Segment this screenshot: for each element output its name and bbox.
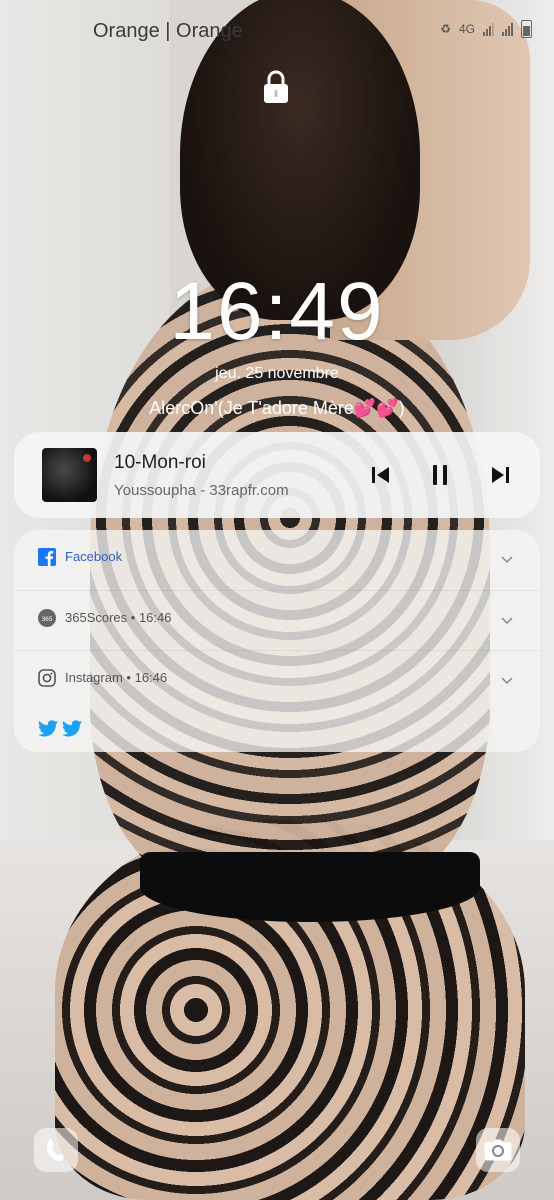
camera-shortcut[interactable] (476, 1128, 520, 1172)
previous-icon (372, 467, 389, 483)
wallpaper-figure (140, 852, 480, 922)
status-bar: Orange | Orange ♻ 4G (0, 0, 554, 64)
chevron-down-icon[interactable] (500, 552, 514, 566)
lock-icon[interactable] (262, 70, 290, 104)
pause-button[interactable] (425, 460, 455, 490)
previous-button[interactable] (366, 460, 396, 490)
phone-icon (47, 1139, 64, 1162)
owner-info: AlercOn'(Je T'adore Mère💕💕) (149, 398, 405, 418)
next-button[interactable] (485, 460, 515, 490)
camera-icon (484, 1139, 512, 1161)
signal-icon (502, 22, 513, 36)
notifications-card[interactable]: Facebook 365 365Scores • 16:46 Instagram… (14, 530, 540, 752)
track-title: 10-Mon-roi (114, 452, 206, 473)
status-icons: ♻ 4G (440, 20, 532, 38)
365scores-icon: 365 (38, 609, 56, 627)
clock: 16:49 (169, 266, 385, 357)
track-artist: Youssoupha - 33rapfr.com (114, 482, 289, 499)
pause-icon (433, 465, 447, 485)
instagram-icon (38, 669, 56, 687)
notification-facebook[interactable]: Facebook (14, 530, 540, 586)
album-art (42, 448, 97, 502)
next-icon (492, 467, 509, 483)
chevron-down-icon[interactable] (500, 613, 514, 627)
media-player-card[interactable]: 10-Mon-roi Youssoupha - 33rapfr.com (14, 432, 540, 518)
chevron-down-icon[interactable] (500, 673, 514, 687)
carrier-label: Orange | Orange (93, 20, 243, 42)
battery-icon (521, 20, 532, 38)
network-4g-icon: 4G (458, 22, 475, 36)
notification-icons-extra[interactable] (38, 720, 82, 737)
notification-365scores[interactable]: 365 365Scores • 16:46 (14, 590, 540, 647)
facebook-icon (38, 548, 56, 566)
signal-icon (483, 22, 494, 36)
phone-shortcut[interactable] (34, 1128, 78, 1172)
svg-text:365: 365 (42, 616, 53, 623)
notification-app-name: Facebook (65, 549, 123, 564)
recycle-icon: ♻ (440, 22, 451, 36)
notification-instagram[interactable]: Instagram • 16:46 (14, 650, 540, 707)
date-label: jeu. 25 novembre (215, 365, 339, 382)
twitter-icon (38, 720, 58, 737)
notification-app-name: Instagram • 16:46 (65, 670, 168, 685)
twitter-icon (62, 720, 82, 737)
notification-app-name: 365Scores • 16:46 (65, 610, 172, 625)
